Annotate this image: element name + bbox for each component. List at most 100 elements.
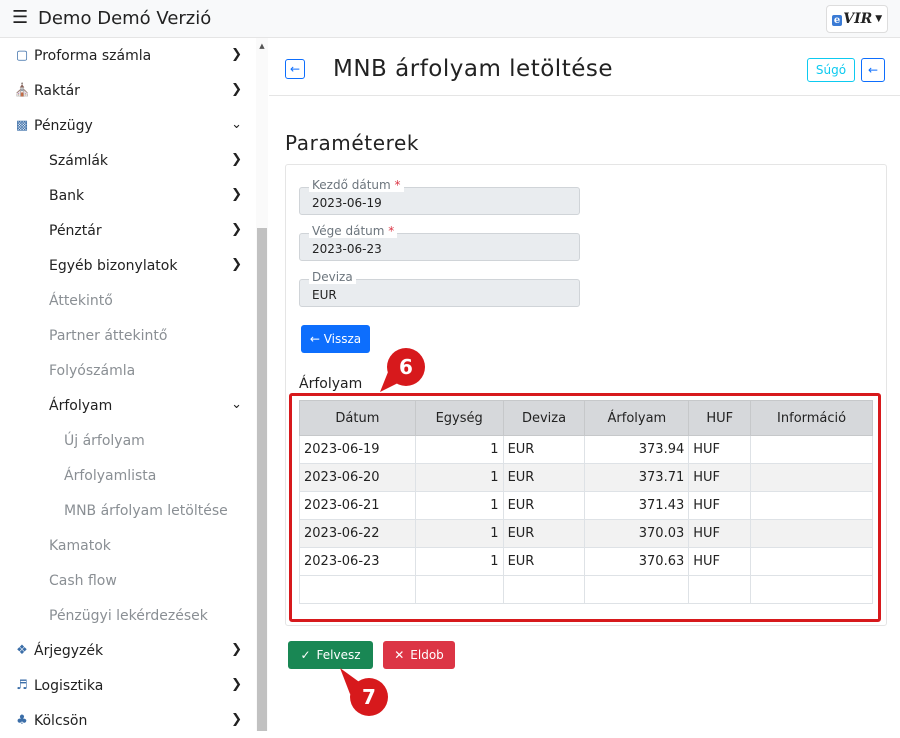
discard-button[interactable]: ✕ Eldob: [383, 641, 455, 669]
table-row[interactable]: 2023-06-23 1 EUR 370.63 HUF: [299, 547, 873, 576]
sidebar-item-uj-arfolyam[interactable]: Új árfolyam: [0, 423, 256, 458]
cell-unit: 1: [414, 435, 504, 464]
hamburger-menu-icon[interactable]: ☰: [12, 9, 28, 27]
sidebar-item-arjegyzek[interactable]: ❖ Árjegyzék ❯: [0, 633, 256, 668]
column-header-egyseg[interactable]: Egység: [414, 400, 504, 436]
sidebar-item-attekinto[interactable]: Áttekintő: [0, 283, 256, 318]
required-asterisk-icon: *: [394, 178, 401, 192]
sidebar-item-penzugyi-lekerdezesek[interactable]: Pénzügyi lekérdezések: [0, 598, 256, 633]
sidebar-item-label: MNB árfolyam letöltése: [64, 502, 228, 519]
accept-button[interactable]: ✓ Felvesz: [288, 641, 373, 669]
sidebar-scroll-thumb[interactable]: [257, 228, 267, 731]
sidebar-item-kolcson[interactable]: ♣ Kölcsön ❯: [0, 703, 256, 738]
table-row-empty[interactable]: [299, 575, 873, 604]
cell-currency: EUR: [502, 463, 586, 492]
discard-label: Eldob: [410, 648, 444, 662]
help-button[interactable]: Súgó: [807, 58, 855, 82]
sidebar-item-penztar[interactable]: Pénztár ❯: [0, 213, 256, 248]
cell-rate: 373.94: [584, 435, 690, 464]
table-header-row: Dátum Egység Deviza Árfolyam HUF Informá…: [299, 400, 873, 436]
scroll-up-arrow-icon[interactable]: ▲: [257, 42, 267, 50]
sidebar-item-penzugy[interactable]: ▩ Pénzügy ⌄: [0, 108, 256, 143]
cell-unit: 1: [414, 547, 504, 576]
x-icon: ✕: [394, 648, 405, 662]
document-icon: ▢: [15, 48, 29, 63]
sidebar-item-label: Logisztika: [34, 677, 104, 694]
end-date-field[interactable]: Vége dátum * 2023-06-23: [299, 224, 580, 261]
arrow-left-icon: ←: [289, 62, 301, 76]
end-date-value: 2023-06-23: [312, 242, 382, 256]
column-header-deviza[interactable]: Deviza: [502, 400, 586, 436]
app-title: Demo Demó Verzió: [38, 8, 212, 29]
sidebar-item-cash-flow[interactable]: Cash flow: [0, 563, 256, 598]
table-row[interactable]: 2023-06-19 1 EUR 373.94 HUF: [299, 435, 873, 464]
cell-unit: [414, 575, 504, 604]
cell-huf: HUF: [688, 547, 752, 576]
column-header-huf[interactable]: HUF: [688, 400, 752, 436]
sidebar-item-raktar[interactable]: ⛪ Raktár ❯: [0, 73, 256, 108]
cell-rate: [584, 575, 690, 604]
logistics-icon: ♬: [16, 678, 28, 693]
cell-unit: 1: [414, 519, 504, 548]
accept-label: Felvesz: [316, 648, 361, 662]
sidebar-item-label: Bank: [49, 187, 85, 204]
rates-table: Dátum Egység Deviza Árfolyam HUF Informá…: [299, 400, 873, 604]
column-header-datum[interactable]: Dátum: [299, 400, 416, 436]
page-header: ← MNB árfolyam letöltése Súgó ←: [269, 38, 900, 96]
sidebar-item-partner-attekinto[interactable]: Partner áttekintő: [0, 318, 256, 353]
cell-rate: 371.43: [584, 491, 690, 520]
sidebar-item-label: Árfolyamlista: [64, 467, 157, 484]
cell-info: [750, 491, 873, 520]
cell-currency: EUR: [502, 547, 586, 576]
app-logo-menu[interactable]: e VIR ▼: [826, 5, 888, 33]
sidebar-item-egyeb-bizonylatok[interactable]: Egyéb bizonylatok ❯: [0, 248, 256, 283]
vissza-button[interactable]: ← Vissza: [301, 325, 370, 353]
back-button[interactable]: ←: [861, 58, 885, 82]
column-header-informacio[interactable]: Információ: [750, 400, 873, 436]
sidebar-item-label: Kamatok: [49, 537, 111, 554]
back-arrow-button[interactable]: ←: [285, 59, 305, 79]
sidebar-item-label: Árfolyam: [49, 397, 113, 414]
cell-info: [750, 575, 873, 604]
cell-huf: HUF: [688, 519, 752, 548]
sidebar-item-arfolyam[interactable]: Árfolyam ⌄: [0, 388, 256, 423]
sidebar-item-folyoszamla[interactable]: Folyószámla: [0, 353, 256, 388]
chevron-down-icon: ⌄: [231, 117, 242, 132]
currency-field[interactable]: Deviza EUR: [299, 270, 580, 307]
column-header-arfolyam[interactable]: Árfolyam: [584, 400, 690, 436]
cell-unit: 1: [414, 463, 504, 492]
table-row[interactable]: 2023-06-22 1 EUR 370.03 HUF: [299, 519, 873, 548]
cell-rate: 370.03: [584, 519, 690, 548]
sidebar-item-mnb-arfolyam[interactable]: MNB árfolyam letöltése: [0, 493, 256, 528]
section-title: Paraméterek: [285, 131, 420, 155]
start-date-field[interactable]: Kezdő dátum * 2023-06-19: [299, 178, 580, 215]
sidebar-item-kamatok[interactable]: Kamatok: [0, 528, 256, 563]
callout-badge-accept: 7: [350, 678, 388, 716]
cell-huf: [688, 575, 752, 604]
sidebar-item-label: Folyószámla: [49, 362, 136, 379]
table-row[interactable]: 2023-06-21 1 EUR 371.43 HUF: [299, 491, 873, 520]
chevron-right-icon: ❯: [231, 82, 242, 97]
chevron-right-icon: ❯: [231, 642, 242, 657]
cell-info: [750, 435, 873, 464]
sidebar-item-label: Számlák: [49, 152, 109, 169]
sidebar-item-arfolyamlista[interactable]: Árfolyamlista: [0, 458, 256, 493]
sidebar-item-logisztika[interactable]: ♬ Logisztika ❯: [0, 668, 256, 703]
start-date-label: Kezdő dátum *: [309, 178, 404, 192]
cell-currency: EUR: [502, 491, 586, 520]
cell-date: 2023-06-20: [299, 463, 416, 492]
sidebar-item-szamlak[interactable]: Számlák ❯: [0, 143, 256, 178]
sidebar-item-bank[interactable]: Bank ❯: [0, 178, 256, 213]
tags-icon: ❖: [16, 643, 28, 658]
sidebar-item-proforma[interactable]: ▢ Proforma számla ❯: [0, 38, 256, 73]
table-row[interactable]: 2023-06-20 1 EUR 373.71 HUF: [299, 463, 873, 492]
chevron-right-icon: ❯: [231, 257, 242, 272]
sidebar-item-label: Cash flow: [49, 572, 117, 589]
sidebar-item-label: Pénztár: [49, 222, 102, 239]
cell-currency: [502, 575, 586, 604]
arrow-left-icon: ←: [867, 63, 879, 77]
cell-currency: EUR: [502, 435, 586, 464]
sidebar-item-label: Partner áttekintő: [49, 327, 168, 344]
cell-date: [299, 575, 416, 604]
chevron-right-icon: ❯: [231, 222, 242, 237]
